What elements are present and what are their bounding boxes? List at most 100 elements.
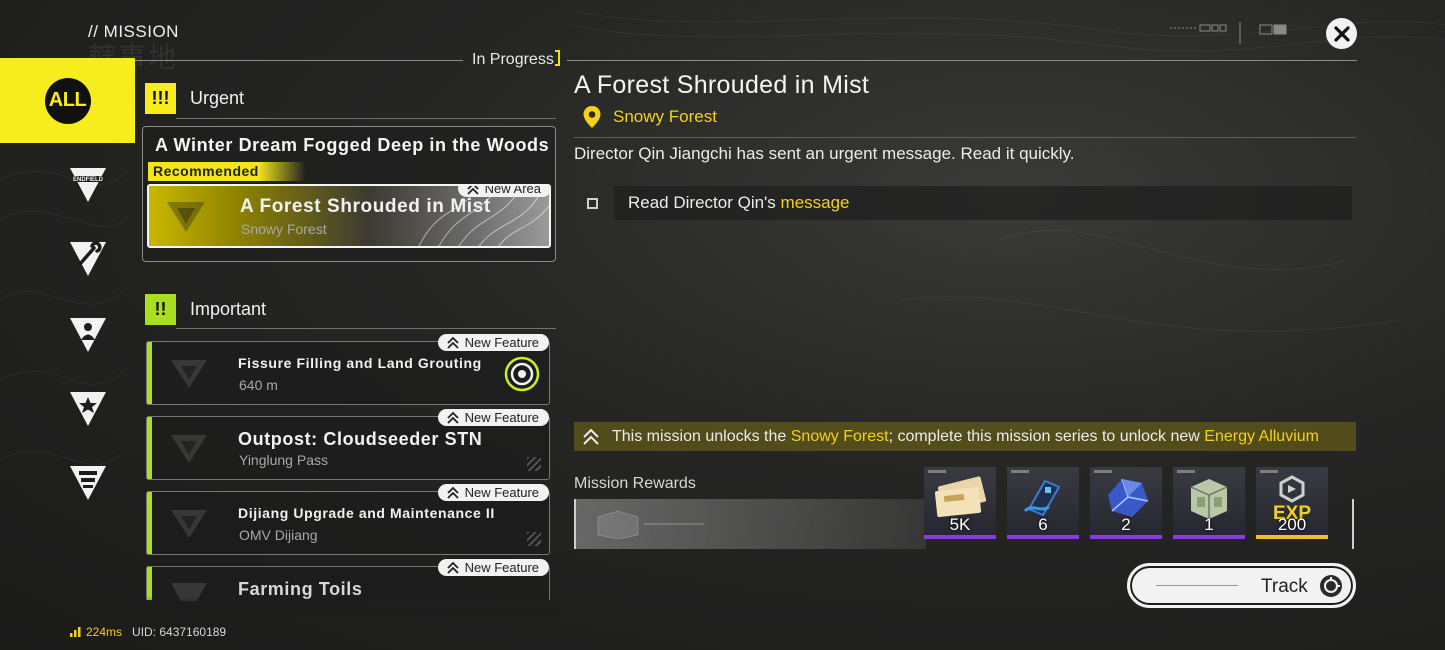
category-sidebar: ALL ENDFIELD <box>0 58 135 618</box>
hud-decoration-icon <box>1170 22 1287 44</box>
close-icon <box>1333 25 1350 42</box>
mission-location-label: Snowy Forest <box>613 107 717 126</box>
double-chevron-up-icon <box>446 486 459 499</box>
star-category-icon <box>70 392 106 426</box>
reward-item[interactable]: EXP 200 <box>1256 467 1328 539</box>
section-important-header: !! Important <box>145 293 266 325</box>
section-urgent-divider <box>176 118 556 119</box>
stripe-decoration <box>527 532 541 546</box>
section-urgent-header: !!! Urgent <box>145 82 244 114</box>
category-enfield-button[interactable]: ENDFIELD <box>66 164 110 204</box>
urgent-badge-icon: !!! <box>145 82 176 114</box>
track-target-icon <box>1320 575 1342 597</box>
credits-ticket-icon <box>934 476 987 518</box>
reward-item[interactable]: 5K <box>924 467 996 539</box>
blue-device-icon <box>1023 479 1061 517</box>
new-feature-tag: New Feature <box>437 559 549 576</box>
mission-card-selected[interactable]: A Forest Shrouded in Mist Snowy Forest N… <box>147 184 551 248</box>
reward-rarity-bar <box>1007 535 1079 539</box>
exp-icon <box>1279 475 1305 503</box>
list-fade <box>140 596 560 616</box>
mission-card[interactable]: Dijiang Upgrade and Maintenance II OMV D… <box>146 484 550 555</box>
mission-card[interactable]: Fissure Filling and Land Grouting 640 m … <box>146 334 550 405</box>
recommended-tag: Recommended <box>148 162 306 181</box>
reward-count: 6 <box>1038 515 1048 534</box>
crate-placeholder-icon <box>597 510 704 539</box>
reward-count: 2 <box>1121 515 1131 534</box>
unlock-notice: This mission unlocks the Snowy Forest; c… <box>574 422 1356 451</box>
reward-rarity-bar <box>1173 535 1245 539</box>
stripe-decoration <box>527 457 541 471</box>
location-pin-icon <box>583 106 601 128</box>
mission-detail-title: A Forest Shrouded in Mist <box>574 71 870 99</box>
mission-objective: Read Director Qin's message <box>614 186 1352 220</box>
rewards-strip-end <box>1352 499 1354 549</box>
filter-in-progress[interactable]: In Progress <box>472 51 554 69</box>
supply-crate-icon <box>1190 479 1228 519</box>
base-category-icon <box>70 466 106 500</box>
new-feature-tag: New Feature <box>437 484 549 501</box>
reward-rarity-bar <box>1256 535 1328 539</box>
mission-card-subtitle: Yinglung Pass <box>239 452 328 468</box>
mission-card-title: Dijiang Upgrade and Maintenance II <box>238 505 495 521</box>
detail-divider <box>574 137 1356 138</box>
character-category-icon <box>70 318 106 352</box>
ping-value: 224ms <box>86 625 123 639</box>
mission-emblem-icon <box>171 510 207 538</box>
header-divider-right <box>567 60 1357 61</box>
mission-group-urgent[interactable]: A Winter Dream Fogged Deep in the Woods … <box>142 126 556 262</box>
new-area-tag: New Area <box>457 184 549 197</box>
close-button[interactable] <box>1326 18 1357 49</box>
rewards-label: Mission Rewards <box>574 475 696 492</box>
mission-card-subtitle: OMV Dijiang <box>239 527 318 543</box>
unlock-area: Snowy Forest <box>790 427 889 445</box>
objective-text: Read Director Qin's <box>628 193 781 212</box>
mission-emblem-icon <box>171 360 207 388</box>
category-base-button[interactable] <box>66 462 110 502</box>
mission-priority-bar <box>147 342 152 404</box>
new-area-tag-label: New Area <box>484 184 541 196</box>
objective-highlight: message <box>780 193 850 212</box>
category-character-button[interactable] <box>66 314 110 354</box>
header-divider-left <box>135 60 463 61</box>
mission-card-title: Fissure Filling and Land Grouting <box>238 355 482 371</box>
filter-bracket-icon <box>555 50 560 66</box>
category-wrench-button[interactable] <box>66 238 110 278</box>
reward-rarity-bar <box>1090 535 1162 539</box>
reward-item[interactable]: 1 <box>1173 467 1245 539</box>
mission-card[interactable]: Outpost: Cloudseeder STN Yinglung Pass N… <box>146 409 550 480</box>
mission-group-title: A Winter Dream Fogged Deep in the Woods <box>155 135 550 155</box>
reward-item[interactable]: 6 <box>1007 467 1079 539</box>
important-badge-icon: !! <box>145 293 176 325</box>
category-star-button[interactable] <box>66 388 110 428</box>
section-urgent-label: Urgent <box>190 87 245 108</box>
mission-location: Snowy Forest <box>582 105 717 129</box>
reward-rarity-mark <box>1260 470 1278 473</box>
track-button[interactable]: Track <box>1127 563 1356 608</box>
double-chevron-up-icon <box>446 336 459 349</box>
wrench-category-icon <box>70 241 106 276</box>
mission-priority-bar <box>147 492 152 554</box>
reward-count: 200 <box>1277 515 1307 534</box>
mission-card-subtitle: Snowy Forest <box>241 221 327 237</box>
mission-card[interactable]: Farming Toils New Feature <box>146 559 550 601</box>
mission-priority-bar <box>147 417 152 479</box>
svg-text:ENDFIELD: ENDFIELD <box>73 177 104 183</box>
mission-card-title: A Forest Shrouded in Mist <box>240 196 491 217</box>
new-feature-tag: New Feature <box>437 334 549 351</box>
unlock-text-middle: ; complete this mission series to unlock… <box>888 427 1200 445</box>
double-chevron-up-icon <box>446 561 459 574</box>
double-chevron-up-icon <box>446 411 459 424</box>
signal-strength-icon <box>70 627 81 637</box>
mission-card-title: Outpost: Cloudseeder STN <box>238 429 483 449</box>
reward-item[interactable]: 2 <box>1090 467 1162 539</box>
new-feature-tag-label: New Feature <box>464 485 539 500</box>
track-button-label: Track <box>1261 576 1308 597</box>
category-all-label: ALL <box>44 77 91 124</box>
enfield-category-icon: ENDFIELD <box>70 168 106 202</box>
new-feature-tag-label: New Feature <box>464 560 539 575</box>
rewards-strip <box>574 499 926 549</box>
mission-emblem-icon <box>167 202 205 232</box>
category-all-button[interactable]: ALL <box>0 58 135 143</box>
page-title: 轄事地 // MISSION <box>88 22 179 74</box>
